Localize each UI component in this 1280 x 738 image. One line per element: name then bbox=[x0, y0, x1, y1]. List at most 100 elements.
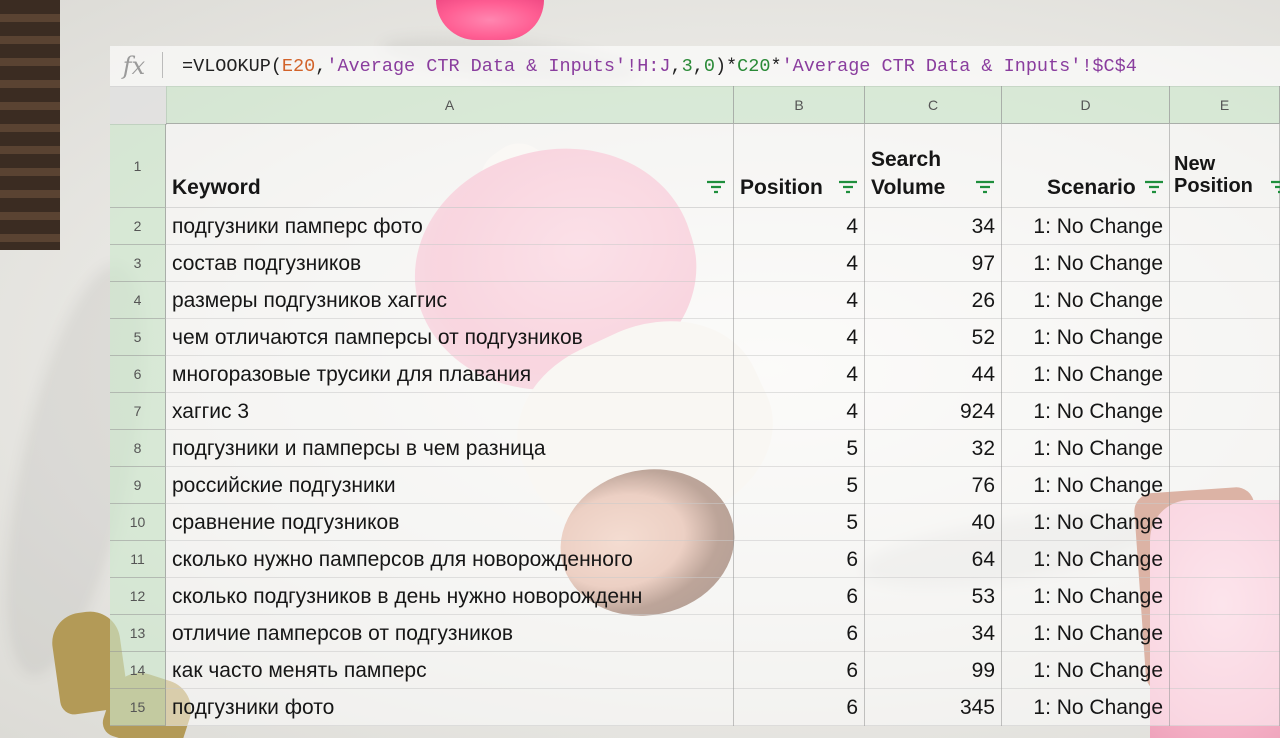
cell-scenario[interactable]: 1: No Change bbox=[1002, 245, 1170, 282]
cell-position[interactable]: 6 bbox=[734, 615, 865, 652]
row-header[interactable]: 12 bbox=[110, 578, 166, 615]
cell-keyword[interactable]: многоразовые трусики для плавания bbox=[166, 356, 734, 393]
cell-keyword[interactable]: подгузники памперс фото bbox=[166, 208, 734, 245]
filter-icon[interactable] bbox=[1270, 180, 1280, 194]
header-cell-scenario[interactable]: Scenario bbox=[1002, 124, 1170, 208]
cell-scenario[interactable]: 1: No Change bbox=[1002, 467, 1170, 504]
cell-keyword[interactable]: хаггис 3 bbox=[166, 393, 734, 430]
cell-scenario[interactable]: 1: No Change bbox=[1002, 652, 1170, 689]
cell-scenario[interactable]: 1: No Change bbox=[1002, 541, 1170, 578]
column-header-a[interactable]: A bbox=[166, 86, 734, 124]
row-header[interactable]: 1 bbox=[110, 124, 166, 208]
cell-new-position[interactable] bbox=[1170, 689, 1280, 726]
cell-search-volume[interactable]: 40 bbox=[865, 504, 1002, 541]
cell-search-volume[interactable]: 76 bbox=[865, 467, 1002, 504]
cell-scenario[interactable]: 1: No Change bbox=[1002, 282, 1170, 319]
filter-icon[interactable] bbox=[838, 180, 858, 194]
cell-position[interactable]: 6 bbox=[734, 689, 865, 726]
cell-position[interactable]: 6 bbox=[734, 652, 865, 689]
cell-search-volume[interactable]: 924 bbox=[865, 393, 1002, 430]
row-header[interactable]: 4 bbox=[110, 282, 166, 319]
cell-scenario[interactable]: 1: No Change bbox=[1002, 356, 1170, 393]
cell-scenario[interactable]: 1: No Change bbox=[1002, 504, 1170, 541]
cell-position[interactable]: 6 bbox=[734, 541, 865, 578]
row-header[interactable]: 13 bbox=[110, 615, 166, 652]
cell-keyword[interactable]: отличие памперсов от подгузников bbox=[166, 615, 734, 652]
cell-search-volume[interactable]: 99 bbox=[865, 652, 1002, 689]
header-cell-new-position[interactable]: New Position bbox=[1170, 124, 1280, 208]
row-header[interactable]: 8 bbox=[110, 430, 166, 467]
cell-new-position[interactable] bbox=[1170, 319, 1280, 356]
cell-new-position[interactable] bbox=[1170, 652, 1280, 689]
cell-position[interactable]: 4 bbox=[734, 208, 865, 245]
row-header[interactable]: 2 bbox=[110, 208, 166, 245]
cell-keyword[interactable]: подгузники и памперсы в чем разница bbox=[166, 430, 734, 467]
cell-search-volume[interactable]: 34 bbox=[865, 615, 1002, 652]
cell-new-position[interactable] bbox=[1170, 615, 1280, 652]
cell-new-position[interactable] bbox=[1170, 541, 1280, 578]
cell-search-volume[interactable]: 52 bbox=[865, 319, 1002, 356]
row-header[interactable]: 15 bbox=[110, 689, 166, 726]
cell-new-position[interactable] bbox=[1170, 356, 1280, 393]
cell-position[interactable]: 5 bbox=[734, 467, 865, 504]
cell-search-volume[interactable]: 345 bbox=[865, 689, 1002, 726]
cell-scenario[interactable]: 1: No Change bbox=[1002, 208, 1170, 245]
row-header[interactable]: 14 bbox=[110, 652, 166, 689]
cell-new-position[interactable] bbox=[1170, 578, 1280, 615]
cell-search-volume[interactable]: 97 bbox=[865, 245, 1002, 282]
row-header[interactable]: 9 bbox=[110, 467, 166, 504]
filter-icon[interactable] bbox=[1144, 180, 1164, 194]
cell-new-position[interactable] bbox=[1170, 245, 1280, 282]
column-header-c[interactable]: C bbox=[865, 86, 1002, 124]
cell-new-position[interactable] bbox=[1170, 430, 1280, 467]
column-header-b[interactable]: B bbox=[734, 86, 865, 124]
cell-new-position[interactable] bbox=[1170, 208, 1280, 245]
cell-search-volume[interactable]: 64 bbox=[865, 541, 1002, 578]
cell-scenario[interactable]: 1: No Change bbox=[1002, 615, 1170, 652]
row-header[interactable]: 6 bbox=[110, 356, 166, 393]
row-header[interactable]: 5 bbox=[110, 319, 166, 356]
cell-scenario[interactable]: 1: No Change bbox=[1002, 393, 1170, 430]
cell-keyword[interactable]: российские подгузники bbox=[166, 467, 734, 504]
cell-keyword[interactable]: размеры подгузников хаггис bbox=[166, 282, 734, 319]
cell-keyword[interactable]: состав подгузников bbox=[166, 245, 734, 282]
cell-scenario[interactable]: 1: No Change bbox=[1002, 430, 1170, 467]
cell-scenario[interactable]: 1: No Change bbox=[1002, 689, 1170, 726]
cell-keyword[interactable]: подгузники фото bbox=[166, 689, 734, 726]
cell-position[interactable]: 4 bbox=[734, 282, 865, 319]
column-header-d[interactable]: D bbox=[1002, 86, 1170, 124]
cell-new-position[interactable] bbox=[1170, 393, 1280, 430]
header-cell-keyword[interactable]: Keyword bbox=[166, 124, 734, 208]
row-header[interactable]: 3 bbox=[110, 245, 166, 282]
cell-position[interactable]: 4 bbox=[734, 245, 865, 282]
cell-search-volume[interactable]: 34 bbox=[865, 208, 1002, 245]
cell-new-position[interactable] bbox=[1170, 467, 1280, 504]
cell-search-volume[interactable]: 53 bbox=[865, 578, 1002, 615]
cell-position[interactable]: 5 bbox=[734, 504, 865, 541]
filter-icon[interactable] bbox=[975, 180, 995, 194]
cell-new-position[interactable] bbox=[1170, 504, 1280, 541]
header-cell-search-volume[interactable]: Search Volume bbox=[865, 124, 1002, 208]
header-cell-position[interactable]: Position bbox=[734, 124, 865, 208]
formula-input[interactable]: =VLOOKUP(E20,'Average CTR Data & Inputs'… bbox=[182, 54, 1137, 80]
select-all-corner[interactable] bbox=[110, 86, 167, 125]
cell-position[interactable]: 4 bbox=[734, 319, 865, 356]
cell-search-volume[interactable]: 44 bbox=[865, 356, 1002, 393]
cell-new-position[interactable] bbox=[1170, 282, 1280, 319]
row-header[interactable]: 10 bbox=[110, 504, 166, 541]
cell-position[interactable]: 4 bbox=[734, 393, 865, 430]
cell-scenario[interactable]: 1: No Change bbox=[1002, 578, 1170, 615]
cell-position[interactable]: 6 bbox=[734, 578, 865, 615]
cell-search-volume[interactable]: 32 bbox=[865, 430, 1002, 467]
cell-scenario[interactable]: 1: No Change bbox=[1002, 319, 1170, 356]
column-header-e[interactable]: E bbox=[1170, 86, 1280, 124]
cell-keyword[interactable]: чем отличаются памперсы от подгузников bbox=[166, 319, 734, 356]
cell-search-volume[interactable]: 26 bbox=[865, 282, 1002, 319]
cell-position[interactable]: 5 bbox=[734, 430, 865, 467]
cell-keyword[interactable]: сравнение подгузников bbox=[166, 504, 734, 541]
filter-icon[interactable] bbox=[706, 180, 726, 194]
cell-keyword[interactable]: сколько подгузников в день нужно новорож… bbox=[166, 578, 734, 615]
cell-position[interactable]: 4 bbox=[734, 356, 865, 393]
row-header[interactable]: 11 bbox=[110, 541, 166, 578]
row-header[interactable]: 7 bbox=[110, 393, 166, 430]
